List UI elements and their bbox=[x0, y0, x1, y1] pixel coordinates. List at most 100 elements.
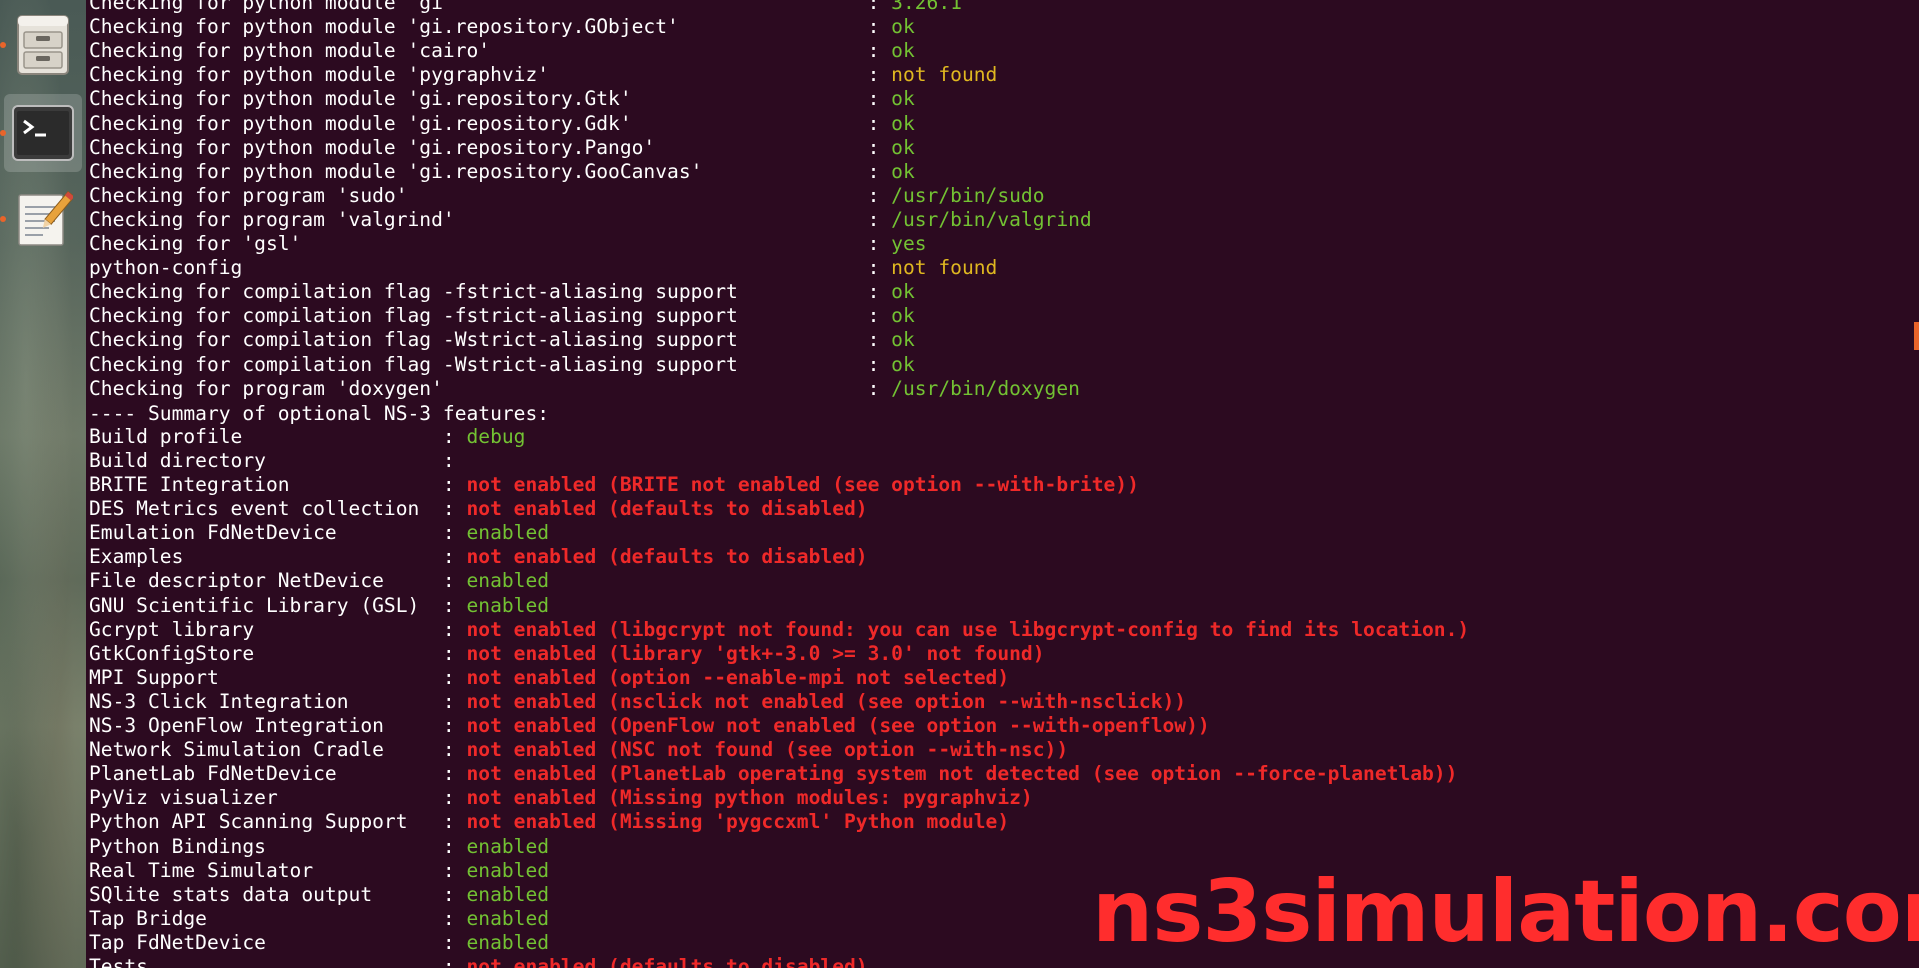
feature-line: Examples : not enabled (defaults to disa… bbox=[89, 545, 868, 569]
feature-line-label: Build directory bbox=[89, 448, 443, 472]
feature-line-label: SQlite stats data output bbox=[89, 882, 443, 906]
feature-line-label: Tests bbox=[89, 955, 443, 968]
separator: : bbox=[442, 834, 467, 858]
feature-line: Gcrypt library : not enabled (libgcrypt … bbox=[89, 618, 1469, 642]
feature-line-value: enabled bbox=[466, 593, 550, 617]
feature-line-label: NS-3 OpenFlow Integration bbox=[89, 714, 443, 737]
feature-line: Build profile : debug bbox=[89, 425, 525, 449]
separator: : bbox=[442, 930, 467, 954]
feature-line: Tap FdNetDevice : enabled bbox=[89, 931, 549, 955]
feature-line: Tap Bridge : enabled bbox=[89, 907, 549, 931]
separator: : bbox=[867, 304, 892, 328]
feature-line: Emulation FdNetDevice : enabled bbox=[89, 521, 549, 545]
terminal-output[interactable]: Checking for python module 'gi' : 3.26.1… bbox=[86, 0, 1919, 968]
check-line-value: ok bbox=[891, 135, 915, 159]
dock-item-text-editor[interactable] bbox=[4, 180, 82, 258]
check-line-value: ok bbox=[891, 159, 915, 183]
check-line-label: Checking for compilation flag -fstrict-a… bbox=[89, 280, 868, 304]
check-line: Checking for compilation flag -fstrict-a… bbox=[89, 304, 915, 328]
feature-line-value: not enabled (NSC not found (see option -… bbox=[466, 738, 1069, 762]
terminal-icon bbox=[12, 105, 74, 161]
check-line: Checking for python module 'gi.repositor… bbox=[89, 87, 915, 111]
check-line-value: ok bbox=[891, 111, 915, 135]
separator: : bbox=[867, 159, 892, 183]
feature-line-label: BRITE Integration bbox=[89, 473, 443, 496]
separator: : bbox=[867, 256, 892, 280]
feature-line-value: enabled bbox=[466, 834, 550, 858]
feature-line-label: File descriptor NetDevice bbox=[89, 569, 443, 593]
feature-line: SQlite stats data output : enabled bbox=[89, 883, 549, 907]
check-line: Checking for python module 'gi.repositor… bbox=[89, 136, 915, 160]
feature-line: Network Simulation Cradle : not enabled … bbox=[89, 738, 1068, 762]
separator: : bbox=[867, 352, 892, 376]
running-indicator bbox=[0, 216, 6, 222]
check-line-label: Checking for python module 'gi.repositor… bbox=[89, 135, 868, 159]
feature-line-value: not enabled (OpenFlow not enabled (see o… bbox=[466, 714, 1210, 737]
feature-line-value: not enabled (option --enable-mpi not sel… bbox=[466, 665, 1010, 689]
running-indicator bbox=[0, 42, 6, 48]
check-line-value: yes bbox=[891, 232, 927, 255]
feature-line-label: PlanetLab FdNetDevice bbox=[89, 762, 443, 786]
check-line-label: Checking for python module 'pygraphviz' bbox=[89, 63, 868, 87]
feature-line-label: Examples bbox=[89, 545, 443, 569]
feature-line-value: not enabled (Missing 'pygccxml' Python m… bbox=[466, 810, 1010, 834]
feature-line-value: enabled bbox=[466, 906, 550, 930]
separator: : bbox=[442, 617, 467, 641]
separator: : bbox=[867, 15, 892, 39]
feature-line-value: not enabled (Missing python modules: pyg… bbox=[466, 786, 1033, 810]
check-line-value: ok bbox=[891, 352, 915, 376]
check-line: Checking for python module 'gi.repositor… bbox=[89, 160, 915, 184]
feature-line-value: enabled bbox=[466, 521, 550, 545]
check-line-value: ok bbox=[891, 15, 915, 39]
separator: : bbox=[867, 207, 892, 231]
check-line-value: ok bbox=[891, 87, 915, 111]
feature-line-label: DES Metrics event collection bbox=[89, 497, 443, 521]
scrollbar[interactable] bbox=[1914, 322, 1919, 350]
feature-line: Python API Scanning Support : not enable… bbox=[89, 810, 1009, 834]
check-line-label: Checking for 'gsl' bbox=[89, 232, 868, 255]
check-line-value: ok bbox=[891, 328, 915, 352]
text-editor-icon bbox=[18, 190, 73, 246]
dock-item-files[interactable] bbox=[4, 6, 82, 84]
separator: : bbox=[867, 111, 892, 135]
check-line-label: Checking for compilation flag -fstrict-a… bbox=[89, 304, 868, 328]
separator: : bbox=[442, 424, 467, 448]
check-line-label: Checking for program 'doxygen' bbox=[89, 376, 868, 400]
check-line: Checking for compilation flag -Wstrict-a… bbox=[89, 353, 915, 377]
separator: : bbox=[867, 376, 892, 400]
feature-line-label: GNU Scientific Library (GSL) bbox=[89, 593, 443, 617]
check-line-label: Checking for compilation flag -Wstrict-a… bbox=[89, 352, 868, 376]
feature-line-value: not enabled (defaults to disabled) bbox=[466, 497, 868, 521]
feature-line: Tests : not enabled (defaults to disable… bbox=[89, 955, 868, 968]
check-line: python-config : not found bbox=[89, 256, 997, 280]
separator: : bbox=[867, 328, 892, 352]
launcher-dock bbox=[0, 0, 86, 968]
check-line-value: /usr/bin/doxygen bbox=[891, 376, 1080, 400]
feature-line-value: not enabled (library 'gtk+-3.0 >= 3.0' n… bbox=[466, 641, 1045, 665]
feature-line: PyViz visualizer : not enabled (Missing … bbox=[89, 786, 1033, 810]
feature-line-label: NS-3 Click Integration bbox=[89, 689, 443, 713]
feature-line-label: Build profile bbox=[89, 424, 443, 448]
feature-line: MPI Support : not enabled (option --enab… bbox=[89, 666, 1009, 690]
check-line: Checking for 'gsl' : yes bbox=[89, 232, 927, 256]
feature-line-label: Gcrypt library bbox=[89, 617, 443, 641]
feature-line: GtkConfigStore : not enabled (library 'g… bbox=[89, 642, 1045, 666]
separator: : bbox=[867, 183, 892, 207]
separator: : bbox=[867, 39, 892, 63]
feature-line: Python Bindings : enabled bbox=[89, 835, 549, 859]
separator: : bbox=[442, 955, 467, 968]
separator: : bbox=[442, 521, 467, 545]
feature-line-label: Python Bindings bbox=[89, 834, 443, 858]
feature-line-value: enabled bbox=[466, 858, 550, 882]
feature-line-value: not enabled (libgcrypt not found: you ca… bbox=[466, 617, 1470, 641]
separator: : bbox=[442, 593, 467, 617]
separator: : bbox=[867, 135, 892, 159]
file-cabinet-icon bbox=[17, 15, 69, 75]
feature-line-value: enabled bbox=[466, 569, 550, 593]
separator: : bbox=[867, 280, 892, 304]
feature-line-value: not enabled (BRITE not enabled (see opti… bbox=[466, 473, 1139, 496]
separator: : bbox=[867, 0, 892, 14]
dock-item-terminal[interactable] bbox=[4, 94, 82, 172]
feature-line-label: PyViz visualizer bbox=[89, 786, 443, 810]
check-line-value: ok bbox=[891, 39, 915, 63]
